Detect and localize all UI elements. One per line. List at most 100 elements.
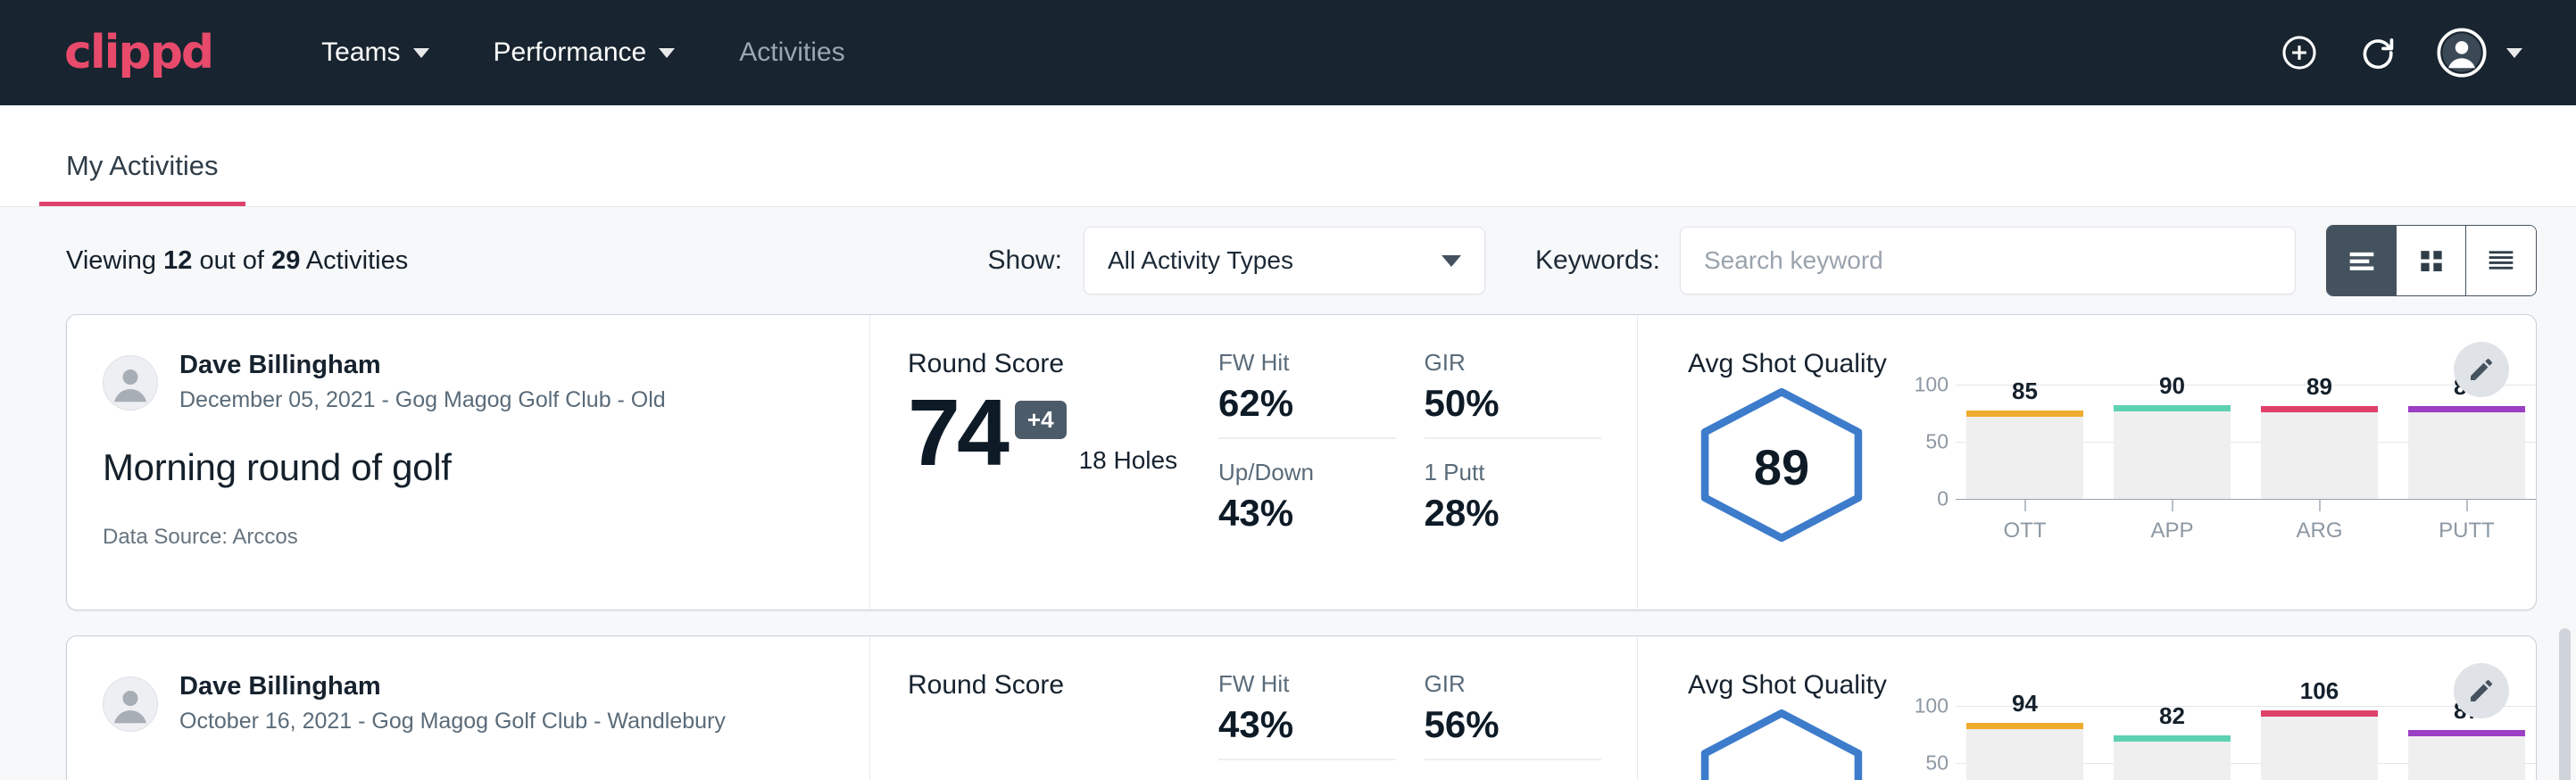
- avg-shot-quality-hexagon: 89: [1688, 385, 1875, 550]
- activity-type-select-value: All Activity Types: [1108, 246, 1293, 275]
- stat-gir-label: GIR: [1425, 670, 1602, 698]
- show-label: Show:: [988, 245, 1062, 276]
- primary-nav: Teams Performance Activities: [289, 37, 877, 68]
- grid-view-icon: [2414, 243, 2449, 278]
- person-avatar-icon: [104, 355, 157, 411]
- stat-fw-hit-label: FW Hit: [1218, 670, 1396, 698]
- bar-putt: 89: [2403, 385, 2530, 499]
- tab-my-activities[interactable]: My Activities: [39, 150, 245, 206]
- chevron-down-icon: [1442, 255, 1461, 267]
- activity-author-name: Dave Billingham: [179, 349, 666, 381]
- round-score-panel: Round Score 74 +4 18 Holes: [870, 315, 1218, 610]
- nav-item-performance[interactable]: Performance: [461, 37, 708, 68]
- x-axis-label: PUTT: [2403, 519, 2530, 544]
- chevron-down-icon: [2506, 48, 2522, 58]
- x-tick-putt: PUTT: [2403, 499, 2530, 544]
- avatar: [103, 355, 158, 411]
- avatar: [103, 676, 158, 732]
- round-score-panel: Round Score: [870, 636, 1218, 780]
- bar-rect: [1966, 411, 2083, 499]
- top-navigation-bar: clippd Teams Performance Activities: [0, 0, 2576, 105]
- x-axis-label: APP: [2108, 519, 2236, 544]
- bar-app: 82: [2108, 706, 2236, 780]
- stat-up-down-value: 43%: [1218, 492, 1396, 535]
- person-avatar-icon: [104, 676, 157, 732]
- list-view-icon: [2344, 243, 2380, 278]
- activity-author: Dave Billingham October 16, 2021 - Gog M…: [103, 670, 834, 737]
- activity-type-select[interactable]: All Activity Types: [1084, 227, 1485, 295]
- bar-rect: [1966, 723, 2083, 780]
- bar-value-label: 85: [1961, 378, 2089, 405]
- bar-value-label: 106: [2256, 677, 2383, 705]
- activity-title: Morning round of golf: [103, 446, 834, 489]
- bar-value-label: 82: [2108, 702, 2236, 730]
- activity-subtitle: October 16, 2021 - Gog Magog Golf Club -…: [179, 706, 726, 737]
- stat-up-down-label: Up/Down: [1218, 459, 1396, 486]
- x-tick-app: APP: [2108, 499, 2236, 544]
- bar-value-label: 90: [2108, 372, 2236, 400]
- stat-one-putt: 1 Putt 28%: [1425, 459, 1602, 547]
- grid-view-button[interactable]: [2397, 226, 2466, 295]
- stat-one-putt-value: 28%: [1425, 492, 1602, 535]
- bar-ott: 85: [1961, 385, 2089, 499]
- filter-bar: Viewing 12 out of 29 Activities Show: Al…: [0, 207, 2576, 314]
- round-score-label: Round Score: [908, 349, 1218, 379]
- stat-fw-hit: FW Hit 43%: [1218, 670, 1396, 760]
- edit-activity-button[interactable]: [2454, 342, 2509, 397]
- bar-rect: [2408, 406, 2525, 499]
- bar-ott: 94: [1961, 706, 2089, 780]
- stat-gir: GIR 56%: [1425, 670, 1602, 760]
- stat-fw-hit-value: 62%: [1218, 382, 1396, 425]
- viewing-count: 12: [163, 246, 192, 275]
- refresh-icon[interactable]: [2358, 33, 2397, 72]
- search-input[interactable]: [1680, 227, 2296, 295]
- y-tick-100: 100: [1906, 373, 1949, 397]
- vertical-scrollbar[interactable]: [2559, 628, 2571, 780]
- x-tick-ott: OTT: [1961, 499, 2089, 544]
- account-avatar-icon: [2437, 28, 2487, 78]
- compact-view-icon: [2483, 243, 2519, 278]
- account-menu[interactable]: [2437, 28, 2522, 78]
- stat-one-putt-label: 1 Putt: [1425, 459, 1602, 486]
- viewing-summary: Viewing 12 out of 29 Activities: [66, 246, 408, 276]
- nav-item-teams[interactable]: Teams: [289, 37, 461, 68]
- nav-item-activities[interactable]: Activities: [707, 37, 877, 68]
- tab-bar: My Activities: [0, 105, 2576, 207]
- stat-fw-hit: FW Hit 62%: [1218, 349, 1396, 439]
- chevron-down-icon: [413, 48, 429, 58]
- activity-card[interactable]: Dave Billingham December 05, 2021 - Gog …: [66, 314, 2537, 610]
- compact-view-button[interactable]: [2466, 226, 2536, 295]
- bar-arg: 106: [2256, 706, 2383, 780]
- round-score-value: 74: [908, 388, 1006, 478]
- nav-actions: [2280, 28, 2522, 78]
- bar-value-label: 94: [1961, 690, 2089, 718]
- bar-rect: [2114, 735, 2231, 780]
- avg-shot-quality-hexagon: [1688, 706, 1875, 780]
- round-score-label: Round Score: [908, 670, 1218, 701]
- avg-shot-quality-panel: Avg Shot Quality 89 100 50 0: [1638, 315, 2536, 610]
- plus-circle-icon[interactable]: [2280, 33, 2319, 72]
- stat-gir: GIR 50%: [1425, 349, 1602, 439]
- activity-card[interactable]: Dave Billingham October 16, 2021 - Gog M…: [66, 635, 2537, 780]
- nav-item-performance-label: Performance: [494, 37, 647, 68]
- activity-card-list: Dave Billingham December 05, 2021 - Gog …: [0, 314, 2576, 780]
- viewing-middle: out of: [199, 246, 264, 275]
- y-tick-0: 0: [1906, 487, 1949, 511]
- tick-mark: [2466, 499, 2468, 511]
- nav-item-activities-label: Activities: [739, 37, 844, 68]
- list-view-button[interactable]: [2327, 226, 2397, 295]
- pencil-icon: [2467, 355, 2496, 384]
- edit-activity-button[interactable]: [2454, 663, 2509, 718]
- bar-rect: [2261, 406, 2378, 499]
- stat-fw-hit-value: 43%: [1218, 703, 1396, 746]
- x-axis-label: OTT: [1961, 519, 2089, 544]
- activity-meta: Dave Billingham October 16, 2021 - Gog M…: [67, 636, 870, 780]
- round-stats-grid: FW Hit 43% GIR 56%: [1218, 636, 1638, 780]
- y-tick-50: 50: [1906, 751, 1949, 776]
- activity-data-source: Data Source: Arccos: [103, 525, 834, 550]
- bar-app: 90: [2108, 385, 2236, 499]
- bar-rect: [2114, 405, 2231, 499]
- bar-putt: 87: [2403, 706, 2530, 780]
- app-logo[interactable]: clippd: [64, 26, 212, 79]
- viewing-total: 29: [271, 246, 300, 275]
